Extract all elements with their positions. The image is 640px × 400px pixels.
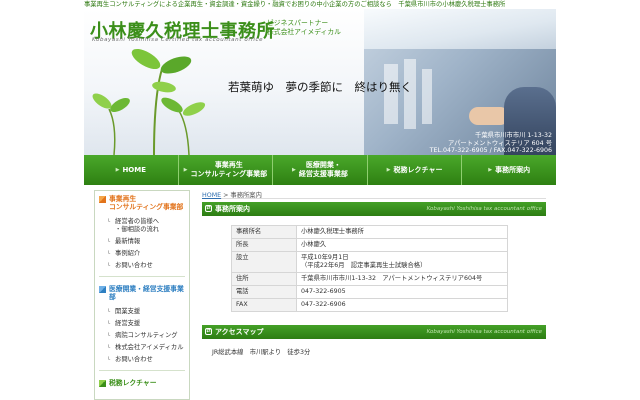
- corner-bullet-icon: └: [107, 357, 111, 363]
- sidebar-item-management-support[interactable]: └ 経営支援: [107, 318, 189, 330]
- sidebar-item-contact[interactable]: └ お問い合わせ: [107, 260, 189, 272]
- main-content: HOME > 事務所案内 ⇄ 事務所案内 Kobayashi Yoshihisa…: [202, 190, 546, 356]
- sidebar-cat-tax-lecture[interactable]: 税務レクチャー: [95, 375, 189, 389]
- sidebar-item-imedical[interactable]: └ 株式会社アイメディカル: [107, 342, 189, 354]
- nav-home[interactable]: ▶ HOME: [84, 155, 178, 185]
- arrow-icon: ▶: [292, 166, 296, 173]
- breadcrumb-separator: >: [221, 192, 231, 199]
- table-row: 住所 千葉県市川市市川1-13-32 アパートメントウィステリア604号: [231, 272, 508, 286]
- business-partner: ビジネスパートナー 株式会社アイメディカル: [267, 19, 341, 37]
- address-line: 千葉県市川市市川 1-13-32: [475, 132, 552, 139]
- green-square-icon: [99, 380, 106, 387]
- table-row: 電話 047-322-6905: [231, 285, 508, 299]
- handshake-image: [469, 107, 509, 125]
- arrow-icon: ▶: [386, 166, 391, 173]
- partner-company: 株式会社アイメディカル: [267, 28, 341, 36]
- sidebar-item-hospital-consulting[interactable]: └ 病院コンサルティング: [107, 330, 189, 342]
- nav-tax-lecture[interactable]: ▶ 税務レクチャー: [366, 155, 462, 185]
- header-address: 千葉県市川市市川 1-13-32 アパートメントウィステリア 604 号 TEL…: [430, 132, 552, 155]
- sidebar-cat-medical[interactable]: 医療開業・経営支援事業部: [95, 281, 189, 303]
- section-header-office: ⇄ 事務所案内 Kobayashi Yoshihisa tax accounta…: [202, 202, 546, 216]
- access-directions: JR総武本線 市川駅より 徒歩3分: [212, 349, 311, 356]
- partner-label: ビジネスパートナー: [267, 19, 329, 27]
- arrow-icon: ▶: [183, 166, 188, 173]
- table-row: 事務所名 小林慶久税理士事務所: [231, 225, 508, 239]
- table-row: FAX 047-322-6906: [231, 298, 508, 312]
- sprout-illustration: [92, 48, 206, 155]
- breadcrumb-current: 事務所案内: [230, 192, 262, 199]
- corner-bullet-icon: └: [107, 263, 111, 269]
- sidebar-item-news[interactable]: └ 最新情報: [107, 236, 189, 248]
- arrow-icon: ▶: [488, 166, 493, 173]
- sidebar-cat-revitalization[interactable]: 事業再生 コンサルティング事業部: [95, 191, 189, 213]
- sidebar-item-cases[interactable]: └ 事例紹介: [107, 248, 189, 260]
- corner-bullet-icon: └: [107, 321, 111, 327]
- sidebar-item-contact-medical[interactable]: └ お問い合わせ: [107, 354, 189, 366]
- table-row: 設立 平成10年9月1日 （平成22年6月 認定事業再生士試験合格）: [231, 251, 508, 273]
- nav-medical-support[interactable]: ▶ 医療開業・ 経営支援事業部: [272, 155, 367, 185]
- corner-bullet-icon: └: [107, 251, 111, 257]
- orange-square-icon: [99, 196, 106, 203]
- header-banner: 小林慶久税理士事務所 Kobayashi Yoshihisa Certified…: [84, 9, 556, 155]
- sidebar-divider: [99, 276, 185, 277]
- section-header-access: ⇄ アクセスマップ Kobayashi Yoshihisa tax accoun…: [202, 325, 546, 339]
- access-title: アクセスマップ: [215, 328, 264, 336]
- section-subtitle-en: Kobayashi Yoshihisa tax accountant offic…: [426, 329, 542, 335]
- office-info-table: 事務所名 小林慶久税理士事務所 所長 小林慶久 設立 平成10年9月1日 （平成22年…: [231, 225, 508, 312]
- breadcrumb-home-link[interactable]: HOME: [202, 192, 221, 199]
- corner-bullet-icon: └: [107, 345, 111, 351]
- top-tagline: 事業再生コンサルティングによる企業再生・資金調達・資金繰り・融資でお困りの中小企…: [84, 1, 506, 8]
- arrows-icon: ⇄: [205, 328, 212, 335]
- arrows-icon: ⇄: [205, 205, 212, 212]
- main-nav: ▶ HOME ▶ 事業再生 コンサルティング事業部 ▶ 医療開業・ 経営支援事業部 ▶…: [84, 155, 556, 185]
- page-title: 事務所案内: [215, 205, 250, 213]
- sidebar-item-consultation-flow[interactable]: └ 経営者の皆様へ ・御相談の流れ: [107, 216, 189, 236]
- nav-business-revitalization[interactable]: ▶ 事業再生 コンサルティング事業部: [177, 155, 273, 185]
- nav-office-info[interactable]: ▶ 事務所案内: [461, 155, 556, 185]
- sidebar-divider: [99, 370, 185, 371]
- corner-bullet-icon: └: [107, 309, 111, 315]
- breadcrumb: HOME > 事務所案内: [202, 190, 546, 199]
- table-row: 所長 小林慶久: [231, 238, 508, 252]
- logo-english: Kobayashi Yoshihisa Certified tax accoun…: [92, 37, 264, 43]
- address-building: アパートメントウィステリア 604 号: [447, 139, 552, 147]
- corner-bullet-icon: └: [107, 239, 111, 245]
- blue-square-icon: [99, 286, 106, 293]
- arrow-icon: ▶: [115, 166, 120, 173]
- sidebar: 事業再生 コンサルティング事業部 └ 経営者の皆様へ ・御相談の流れ └ 最新情報 …: [94, 190, 190, 400]
- contact-numbers: TEL.047-322-6905 / FAX.047-322-6906: [429, 147, 552, 155]
- corner-bullet-icon: └: [107, 219, 111, 225]
- corner-bullet-icon: └: [107, 333, 111, 339]
- sidebar-item-opening-support[interactable]: └ 開業支援: [107, 306, 189, 318]
- section-subtitle-en: Kobayashi Yoshihisa tax accountant offic…: [426, 206, 542, 212]
- slogan: 若葉萌ゆ 夢の季節に 終はり無く: [228, 80, 412, 94]
